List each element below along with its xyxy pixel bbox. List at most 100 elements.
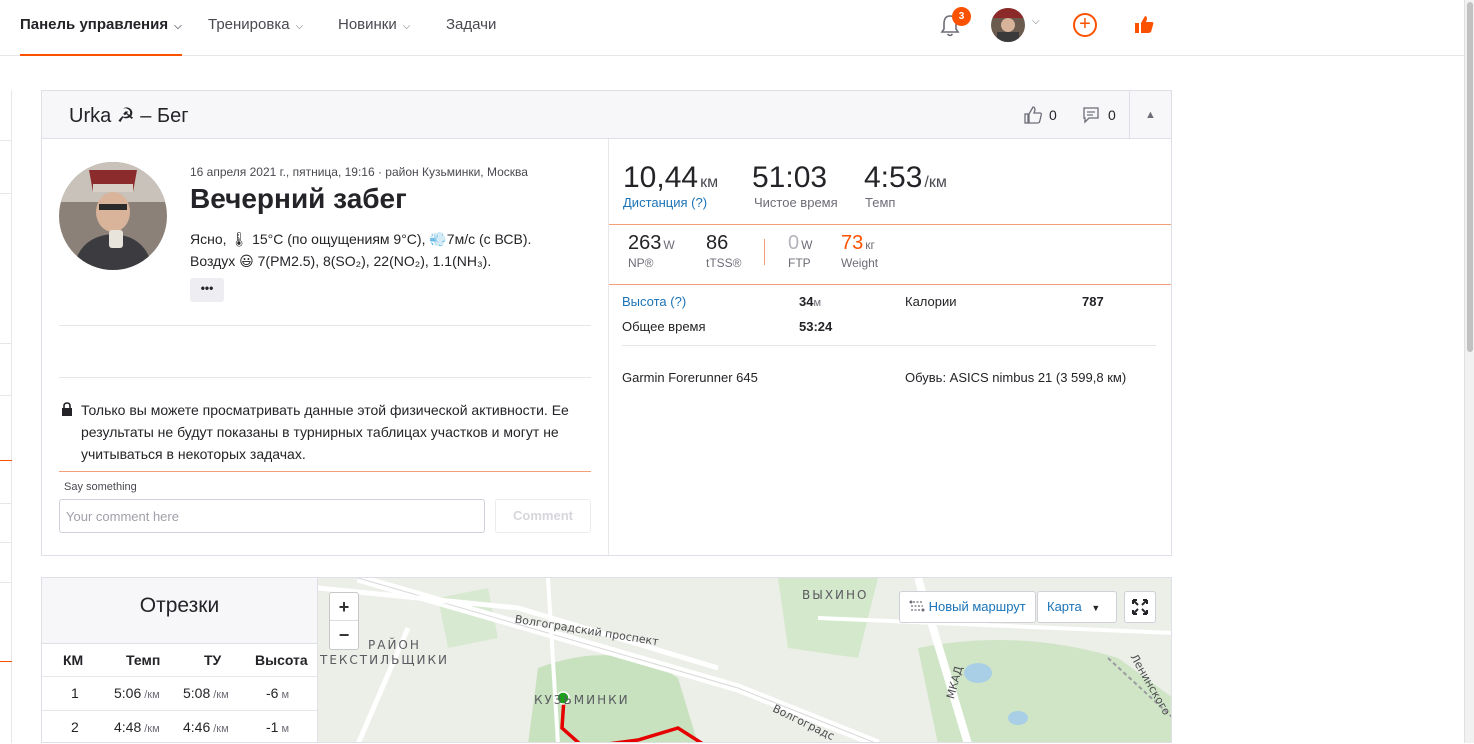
ftp-value: 0	[788, 232, 800, 254]
elapsed-time-label: Общее время	[622, 319, 706, 334]
activity-name[interactable]: Вечерний забег	[190, 183, 407, 215]
chevron-down-icon: ⌵	[174, 21, 182, 32]
ftp-stat: 0W FTP	[788, 232, 812, 270]
chevron-down-icon: ⌵	[295, 21, 304, 32]
avatar[interactable]	[991, 8, 1025, 42]
more-button[interactable]: •••	[190, 278, 224, 302]
ftp-unit: W	[801, 238, 813, 252]
page-scrollbar[interactable]	[1464, 0, 1474, 743]
moving-time-value: 51:03	[752, 161, 828, 194]
notification-badge: 3	[952, 7, 971, 26]
weight-value: 73	[841, 232, 864, 254]
nav-training-label: Тренировка	[208, 16, 290, 33]
weight-unit: кг	[865, 238, 875, 252]
privacy-notice: Только вы можете просматривать данные эт…	[81, 402, 569, 462]
activity-header: Urka ☭ – Бег 0 0 ▲	[42, 91, 1171, 139]
split-km: 1	[71, 685, 79, 701]
splits-header-km: КМ	[63, 652, 84, 668]
column-divider	[608, 139, 609, 555]
shoes-info[interactable]: Обувь: ASICS nimbus 21 (3 599,8 км)	[905, 370, 1126, 385]
top-nav: Панель управления ⌵ Тренировка ⌵ Новинки ⌵ …	[0, 0, 1464, 56]
tss-stat: 86 tTSS®	[706, 232, 742, 270]
caret-up-icon: ▲	[1145, 109, 1156, 121]
activity-panel: Urka ☭ – Бег 0 0 ▲ 16 апреля 2021 г., пя…	[41, 90, 1172, 556]
map-label-kuzminki: КУЗЬМИНКИ	[534, 693, 630, 707]
collapse-button[interactable]: ▲	[1129, 91, 1171, 139]
kudos-count[interactable]: 0	[1049, 107, 1057, 123]
comment-label: Say something	[64, 481, 137, 493]
splits-title: Отрезки	[42, 578, 317, 644]
route-icon	[909, 600, 925, 612]
nav-dashboard-label: Панель управления	[20, 16, 169, 33]
comment-button[interactable]: Comment	[495, 499, 591, 533]
new-route-button[interactable]: Новый маршрут	[899, 591, 1036, 623]
lock-icon	[62, 402, 72, 416]
scrollbar-thumb[interactable]	[1467, 2, 1473, 352]
add-activity-button[interactable]: +	[1073, 13, 1097, 37]
splits-panel: Отрезки КМ Темп ТУ Высота 1 5:06/км 5:08…	[41, 577, 317, 743]
comments-count[interactable]: 0	[1108, 107, 1116, 123]
split-pace: 4:48/км	[114, 719, 160, 735]
distance-unit: км	[700, 174, 719, 191]
nav-challenges[interactable]: Задачи	[446, 0, 496, 56]
np-value: 263	[628, 232, 662, 254]
activity-title: Urka ☭ – Бег	[69, 105, 189, 127]
nav-whats-new[interactable]: Новинки ⌵	[338, 0, 410, 56]
fullscreen-icon	[1132, 599, 1148, 615]
kudos-icon[interactable]	[1023, 105, 1043, 125]
weather-line: Ясно, 🌡 15°C (по ощущениям 9°C), 💨7м/с (…	[190, 231, 532, 247]
map-label-tekstilshchiki: ТЕКСТИЛЬЩИКИ	[320, 653, 449, 667]
divider	[622, 345, 1156, 346]
fullscreen-button[interactable]	[1124, 591, 1156, 623]
map-type-label: Карта	[1047, 599, 1082, 614]
map-type-dropdown[interactable]: Карта ▼	[1037, 591, 1117, 623]
new-route-label: Новый маршрут	[928, 599, 1026, 614]
split-km: 2	[71, 719, 79, 735]
athlete-avatar[interactable]	[59, 162, 167, 270]
split-elevation: -1 м	[266, 719, 290, 735]
ftp-label: FTP	[788, 256, 811, 270]
calories-value: 787	[1082, 294, 1104, 309]
elevation-label[interactable]: Высота (?)	[622, 294, 686, 309]
nav-challenges-label: Задачи	[446, 16, 497, 33]
route-map[interactable]: ВЫХИНО РАЙОН ТЕКСТИЛЬЩИКИ КУЗЬМИНКИ Волг…	[317, 577, 1172, 743]
moving-time-stat: 51:03 Чистое время	[752, 161, 838, 210]
chevron-down-icon: ⌵	[402, 21, 411, 32]
comment-input[interactable]	[59, 499, 485, 533]
device-name: Garmin Forerunner 645	[622, 370, 758, 385]
zoom-in-button[interactable]: +	[330, 593, 358, 621]
left-sidebar-edge	[0, 90, 12, 743]
splits-header-pace: Темп	[126, 652, 161, 668]
activity-meta: 16 апреля 2021 г., пятница, 19:16 · райо…	[190, 165, 528, 179]
air-quality-line: Воздух 😃 7(PM2.5), 8(SO₂), 22(NO₂), 1.1(…	[190, 253, 492, 269]
np-unit: W	[663, 238, 675, 252]
nav-whats-new-label: Новинки	[338, 16, 397, 33]
split-gap: 5:08/км	[183, 685, 229, 701]
divider	[59, 471, 591, 472]
splits-header-gap: ТУ	[204, 652, 222, 668]
elevation-value: 34м	[799, 294, 821, 309]
divider	[764, 239, 765, 265]
thumbs-up-icon[interactable]	[1132, 13, 1156, 37]
elevation-number: 34	[799, 294, 814, 309]
tss-label: tTSS®	[706, 256, 742, 270]
np-label: NP®	[628, 256, 654, 270]
table-row[interactable]: 1 5:06/км 5:08/км -6 м	[42, 676, 317, 710]
weight-label: Weight	[841, 256, 879, 270]
elapsed-time-value: 53:24	[799, 319, 833, 334]
pace-value: 4:53	[864, 161, 923, 194]
zoom-out-button[interactable]: −	[330, 621, 358, 649]
activity-description: Ясно, 🌡 15°C (по ощущениям 9°C), 💨7м/с (…	[190, 228, 531, 272]
divider	[609, 224, 1171, 225]
comment-icon[interactable]	[1082, 106, 1100, 124]
divider	[59, 377, 591, 378]
split-gap: 4:46/км	[183, 719, 229, 735]
distance-label[interactable]: Дистанция (?)	[623, 195, 718, 210]
split-elevation: -6 м	[266, 685, 290, 701]
tss-value: 86	[706, 232, 729, 254]
weight-stat: 73 кг Weight	[841, 232, 878, 270]
chevron-down-icon[interactable]: ⌵	[1032, 16, 1040, 27]
nav-dashboard[interactable]: Панель управления ⌵	[20, 0, 182, 56]
table-row[interactable]: 2 4:48/км 4:46/км -1 м	[42, 710, 317, 744]
nav-training[interactable]: Тренировка ⌵	[208, 0, 303, 56]
